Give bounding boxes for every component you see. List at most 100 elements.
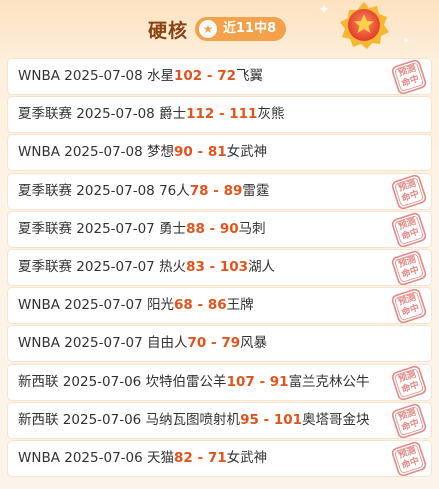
match-date: 2025-07-07 [64, 297, 143, 314]
match-date: 2025-07-08 [76, 106, 155, 123]
match-date: 2025-07-07 [64, 335, 143, 352]
away-score: 71 [207, 449, 227, 466]
match-date: 2025-07-07 [76, 220, 155, 237]
star-icon: ★ [199, 20, 217, 38]
home-score: 70 [187, 335, 207, 352]
away-team: 马刺 [238, 220, 266, 237]
match-summary: WNBA 2025-07-08 水星102 - 72飞翼 [18, 59, 263, 94]
league-label: 夏季联赛 [18, 106, 72, 123]
list-item[interactable]: WNBA 2025-07-08 梦想90 - 81女武神 [8, 135, 431, 171]
home-team: 天猫 [147, 449, 175, 466]
league-label: WNBA [18, 297, 60, 314]
page-title: 硬核 [148, 20, 189, 42]
away-team: 奥塔哥金块 [302, 411, 370, 428]
home-team: 阳光 [147, 297, 175, 314]
prediction-hit-stamp: 预测命中 [389, 403, 429, 438]
list-item[interactable]: 夏季联赛 2025-07-08 爵士112 - 111灰熊 [8, 97, 431, 133]
prediction-hit-stamp: 预测命中 [389, 250, 429, 285]
match-date: 2025-07-08 [64, 68, 143, 84]
away-score: 86 [207, 297, 227, 314]
away-team: 女武神 [226, 449, 268, 466]
match-summary: WNBA 2025-07-06 天猫82 - 71女武神 [18, 441, 267, 476]
score-separator: - [192, 144, 208, 161]
away-team: 湖人 [248, 258, 276, 275]
list-item[interactable]: 新西联 2025-07-06 马纳瓦图喷射机95 - 101奥塔哥金块 预测命中 [8, 402, 431, 438]
away-team: 飞翼 [236, 68, 264, 84]
home-team: 76人 [159, 182, 190, 199]
match-date: 2025-07-08 [64, 144, 143, 161]
away-team: 女武神 [226, 144, 268, 161]
away-score: 72 [217, 68, 237, 84]
match-summary: 新西联 2025-07-06 马纳瓦图喷射机95 - 101奥塔哥金块 [18, 403, 370, 438]
prediction-hit-stamp: 预测命中 [389, 59, 429, 94]
match-summary: WNBA 2025-07-08 梦想90 - 81女武神 [18, 135, 267, 170]
away-team: 雷霆 [242, 182, 270, 199]
header-banner: ✦ ✦ 硬核 ★ 近11中8 [0, 0, 439, 58]
league-label: 夏季联赛 [18, 182, 72, 199]
list-item[interactable]: WNBA 2025-07-08 水星102 - 72飞翼 预测命中 [8, 59, 431, 94]
league-label: 夏季联赛 [18, 220, 72, 237]
away-team: 灰熊 [257, 106, 285, 123]
away-score: 89 [223, 182, 243, 199]
home-team: 马纳瓦图喷射机 [145, 411, 241, 428]
home-score: 90 [174, 144, 193, 161]
score-separator: - [192, 449, 208, 466]
score-separator: - [204, 220, 220, 237]
home-score: 95 [240, 411, 259, 428]
away-score: 90 [219, 220, 239, 237]
score-separator: - [254, 373, 270, 390]
score-separator: - [214, 106, 230, 123]
home-team: 勇士 [159, 220, 187, 237]
away-score: 103 [219, 258, 249, 275]
home-score: 83 [186, 258, 205, 275]
match-summary: 夏季联赛 2025-07-08 爵士112 - 111灰熊 [18, 97, 284, 132]
medal-icon [340, 2, 389, 49]
match-date: 2025-07-06 [62, 411, 142, 428]
home-score: 78 [189, 182, 209, 199]
home-team: 爵士 [159, 106, 187, 123]
prediction-hit-stamp: 预测命中 [389, 441, 429, 476]
list-item[interactable]: WNBA 2025-07-07 自由人70 - 79风暴 [8, 326, 431, 362]
away-score: 81 [207, 144, 227, 161]
home-team: 水星 [147, 68, 175, 84]
prediction-hit-stamp: 预测命中 [389, 174, 429, 209]
match-date: 2025-07-08 [76, 182, 155, 199]
home-score: 82 [174, 449, 193, 466]
away-score: 91 [269, 373, 289, 390]
score-separator: - [258, 411, 274, 428]
list-item[interactable]: 夏季联赛 2025-07-07 热火83 - 103湖人 预测命中 [8, 249, 431, 285]
away-team: 风暴 [240, 335, 268, 352]
score-separator: - [192, 297, 208, 314]
prediction-hit-stamp: 预测命中 [389, 212, 429, 247]
league-label: 夏季联赛 [18, 258, 72, 275]
away-team: 富兰克林公牛 [288, 373, 370, 390]
record-badge-label: 近11中8 [223, 21, 277, 36]
match-summary: 夏季联赛 2025-07-08 76人78 - 89雷霆 [18, 174, 269, 209]
score-separator: - [206, 335, 222, 352]
prediction-list: WNBA 2025-07-08 水星102 - 72飞翼 预测命中 夏季联赛 20… [8, 59, 431, 479]
match-summary: 新西联 2025-07-06 坎特伯雷公羊107 - 91富兰克林公牛 [18, 365, 370, 400]
list-item[interactable]: 夏季联赛 2025-07-07 勇士88 - 90马刺 预测命中 [8, 211, 431, 247]
prediction-hit-stamp: 预测命中 [389, 288, 429, 324]
list-item[interactable]: WNBA 2025-07-06 天猫82 - 71女武神 预测命中 [8, 440, 431, 476]
home-score: 88 [186, 220, 205, 237]
league-label: WNBA [18, 335, 60, 352]
home-score: 102 [174, 68, 203, 84]
home-score: 107 [226, 373, 255, 390]
match-summary: 夏季联赛 2025-07-07 热火83 - 103湖人 [18, 250, 275, 285]
away-team: 王牌 [226, 297, 254, 314]
match-summary: 夏季联赛 2025-07-07 勇士88 - 90马刺 [18, 212, 266, 247]
score-separator: - [204, 258, 220, 275]
list-item[interactable]: 新西联 2025-07-06 坎特伯雷公羊107 - 91富兰克林公牛 预测命中 [8, 364, 431, 400]
list-item[interactable]: 夏季联赛 2025-07-08 76人78 - 89雷霆 预测命中 [8, 173, 431, 209]
prediction-hit-stamp: 预测命中 [389, 365, 429, 400]
league-label: 新西联 [18, 411, 59, 428]
score-separator: - [202, 68, 218, 84]
home-team: 热火 [159, 258, 187, 275]
away-score: 101 [273, 411, 303, 428]
home-score: 68 [174, 297, 193, 314]
match-date: 2025-07-06 [62, 373, 142, 390]
sparkle-icon: ✦ [402, 36, 411, 47]
list-item[interactable]: WNBA 2025-07-07 阳光68 - 86王牌 预测命中 [8, 288, 431, 324]
home-team: 坎特伯雷公羊 [145, 373, 227, 390]
